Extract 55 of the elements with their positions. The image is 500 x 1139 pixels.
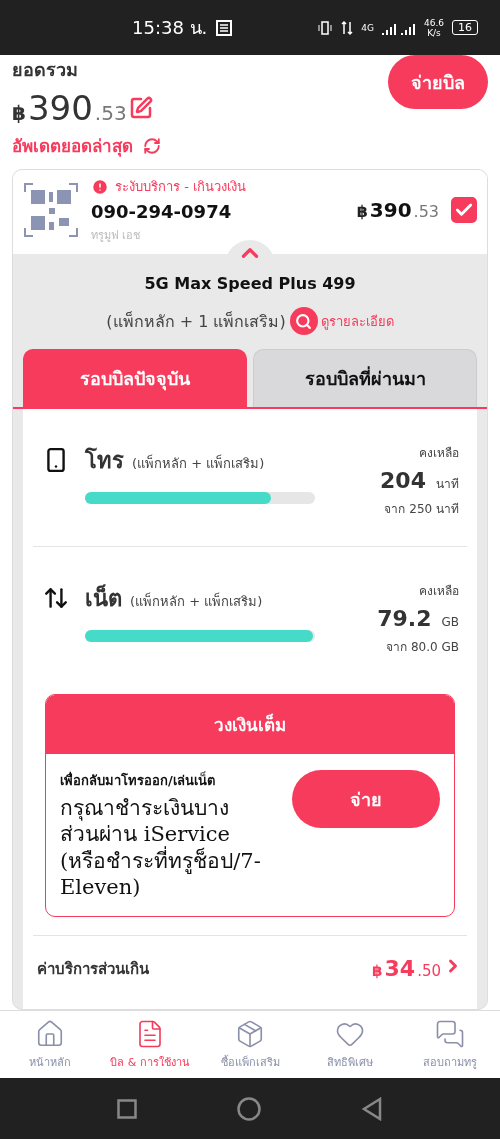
nav-tab[interactable]: หน้าหลัก — [0, 1011, 100, 1078]
overage-label: ค่าบริการส่วนเกิน — [37, 958, 149, 980]
total-amount: ฿390.53 — [12, 88, 127, 128]
battery-level: 16 — [452, 20, 478, 35]
details-link[interactable]: ดูรายละเอียด — [289, 307, 394, 335]
alert-icon — [91, 177, 109, 196]
overage-amount: ฿34.50 — [372, 956, 441, 981]
nav-tab[interactable]: สิทธิพิเศษ — [300, 1011, 400, 1078]
total-title: ยอดรวม — [12, 58, 79, 82]
back-icon[interactable] — [361, 1096, 383, 1121]
nav-tab[interactable]: บิล & การใช้งาน — [100, 1011, 200, 1078]
chat-bubbles-icon[interactable] — [435, 1018, 465, 1049]
remaining-label: คงเหลือ — [419, 445, 459, 462]
usage-note: (แพ็กหลัก + แพ็กเสริม) — [132, 453, 265, 473]
remaining-label: คงเหลือ — [419, 583, 459, 600]
remaining-value: 79.2 — [377, 606, 432, 631]
status-time: 15:38 น. — [132, 16, 208, 40]
pay-button[interactable]: จ่าย — [292, 770, 440, 828]
edit-icon[interactable] — [128, 96, 153, 120]
network-speed: 46.6 K/s — [423, 17, 444, 38]
usage-title: โทร — [85, 446, 124, 475]
nav-tab[interactable]: สอบถามทรู — [400, 1011, 500, 1078]
refresh-icon[interactable] — [143, 136, 161, 155]
refresh-link[interactable]: อัพเดตยอดล่าสุด — [12, 132, 161, 159]
phone-number: 090-294-0974 — [91, 201, 233, 222]
qr-code-icon[interactable] — [23, 182, 79, 238]
package-name: 5G Max Speed Plus 499 — [143, 273, 357, 293]
remaining-value: 204 — [380, 468, 426, 493]
account-amount: ฿390.53 — [356, 198, 439, 222]
usage-total: จาก 250 นาที — [384, 501, 459, 518]
data-arrows-icon — [341, 19, 354, 36]
box-icon[interactable] — [235, 1018, 265, 1049]
bill-cycle-tab[interactable]: รอบบิลที่ผ่านมา — [253, 349, 477, 407]
vibrate-icon — [317, 19, 334, 36]
recents-icon[interactable] — [117, 1098, 137, 1119]
search-icon[interactable] — [295, 312, 313, 330]
usage-title: เน็ต — [85, 583, 122, 613]
credit-alert-header: วงเงินเต็ม — [46, 695, 454, 754]
pay-bill-button[interactable]: จ่ายบิล — [388, 55, 488, 109]
home-circle-icon[interactable] — [237, 1096, 261, 1121]
alert-message: กรุณาชำระเงินบางส่วนผ่าน iService (หรือชำระที่ทรูช็อป/7-Eleven) — [60, 795, 262, 900]
notification-icon — [215, 18, 234, 37]
package-subtitle: (แพ็กหลัก + 1 แพ็กเสริม) — [106, 310, 286, 333]
suspension-status: ระงับบริการ - เกินวงเงิน — [91, 176, 345, 197]
alert-heading: เพื่อกลับมาโทรออก/เล่นเน็ต — [60, 770, 216, 790]
home-icon[interactable] — [35, 1018, 65, 1049]
nav-tab[interactable]: ซื้อแพ็กเสริม — [200, 1011, 300, 1078]
bill-cycle-tab[interactable]: รอบบิลปัจจุบัน — [23, 349, 247, 407]
remaining-unit: GB — [441, 615, 459, 629]
operator-name: ทรูมูฟ เอช — [91, 228, 142, 244]
network-type: 4G — [361, 22, 374, 33]
remaining-unit: นาที — [436, 476, 459, 493]
usage-note: (แพ็กหลัก + แพ็กเสริม) — [130, 591, 263, 611]
up-down-arrows-icon — [43, 585, 69, 611]
usage-total: จาก 80.0 GB — [386, 639, 459, 656]
